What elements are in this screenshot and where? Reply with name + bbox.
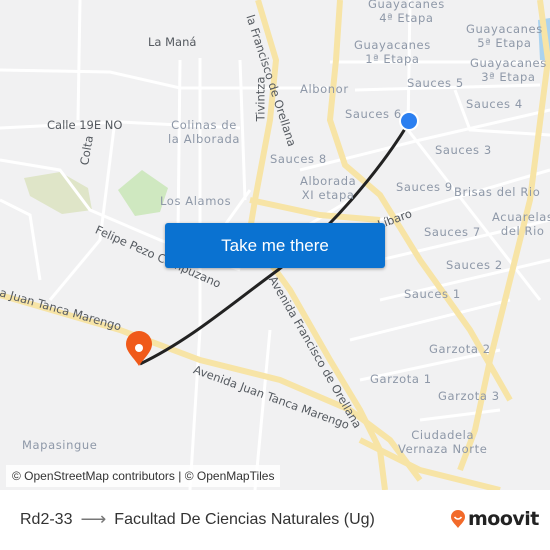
- area-label: Sauces 3: [435, 143, 492, 157]
- route-summary: Rd2-33 ⟶ Facultad De Ciencias Naturales …: [20, 509, 375, 530]
- area-label: Garzota 2: [429, 342, 491, 356]
- area-label: Colinas de la Alborada: [168, 118, 241, 146]
- area-label: Brisas del Rio: [454, 185, 541, 199]
- footer-bar: Rd2-33 ⟶ Facultad De Ciencias Naturales …: [0, 490, 550, 550]
- area-label: Sauces 8: [270, 152, 327, 166]
- area-label: Sauces 6: [345, 107, 402, 121]
- area-label: Guayacanes 1ª Etapa: [354, 38, 431, 66]
- moovit-pin-icon: [451, 510, 465, 528]
- origin-stop-name: Rd2-33: [20, 510, 73, 528]
- area-label: Guayacanes 5ª Etapa: [466, 22, 543, 50]
- area-label: Sauces 7: [424, 225, 481, 239]
- moovit-logo: moovit: [450, 508, 539, 530]
- area-label: Guayacanes 3ª Etapa: [470, 56, 547, 84]
- map-canvas[interactable]: Guayacanes 4ª Etapa Guayacanes 5ª Etapa Gu…: [0, 0, 550, 490]
- street-label: Calle 19E NO: [47, 118, 123, 132]
- map-attribution[interactable]: © OpenStreetMap contributors | © OpenMap…: [6, 465, 281, 487]
- area-label: Guayacanes 4ª Etapa: [368, 0, 445, 25]
- area-label: Sauces 1: [404, 287, 461, 301]
- park-area: [24, 172, 92, 214]
- area-label: Acuarelas del Rio: [492, 210, 550, 238]
- area-label: Garzota 1: [370, 372, 432, 386]
- area-label: Sauces 5: [407, 76, 464, 90]
- origin-marker-icon: [399, 111, 419, 131]
- area-label-la-mana: La Maná: [148, 35, 197, 49]
- street-label: Tivintza: [253, 76, 268, 122]
- area-label: Albonor: [300, 82, 349, 96]
- area-label: Garzota 3: [438, 389, 500, 403]
- park-area: [118, 170, 168, 216]
- destination-name: Facultad De Ciencias Naturales (Ug): [114, 510, 375, 528]
- area-label: Sauces 4: [466, 97, 523, 111]
- area-label: Ciudadela Vernaza Norte: [398, 428, 488, 456]
- take-me-there-button[interactable]: Take me there: [165, 223, 385, 268]
- area-label: Sauces 9: [396, 180, 453, 194]
- brand-name: moovit: [468, 508, 539, 530]
- area-label: Sauces 2: [446, 258, 503, 272]
- area-label: Alborada XI etapa: [300, 174, 357, 202]
- arrow-right-icon: ⟶: [80, 509, 107, 529]
- area-label: Los Alamos: [160, 194, 232, 208]
- area-label: Mapasingue: [22, 438, 98, 452]
